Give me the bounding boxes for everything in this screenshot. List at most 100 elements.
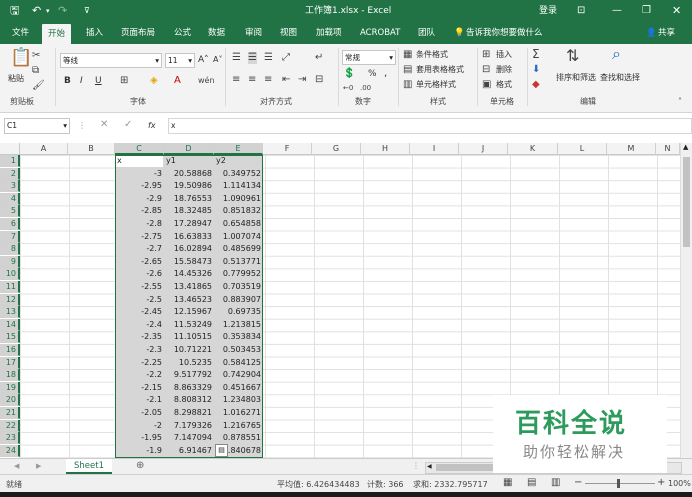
table-cell[interactable]: 17.28947 [164, 218, 214, 230]
table-cell[interactable]: 7.179326 [164, 420, 214, 432]
delete-cells-icon[interactable]: ⊟ [482, 64, 490, 76]
cancel-icon[interactable]: ✕ [100, 119, 108, 131]
column-header-m[interactable]: M [607, 143, 656, 155]
table-cell[interactable]: 10.71221 [164, 344, 214, 356]
row-header-17[interactable]: 17 [0, 356, 20, 369]
table-cell[interactable]: 15.58473 [164, 256, 214, 268]
insert-function-button[interactable]: fx [148, 121, 156, 131]
row-header-1[interactable]: 1 [0, 155, 20, 167]
table-cell[interactable]: -2.15 [115, 382, 164, 394]
row-header-15[interactable]: 15 [0, 331, 20, 344]
decrease-decimal-icon[interactable]: .00 [360, 82, 371, 94]
column-header-d[interactable]: D [164, 143, 214, 155]
share-button[interactable]: 共享 [658, 22, 675, 44]
row-header-18[interactable]: 18 [0, 369, 20, 382]
table-cell[interactable]: 13.46523 [164, 294, 214, 306]
table-cell[interactable]: 1.016271 [214, 407, 263, 419]
table-cell[interactable]: -2.3 [115, 344, 164, 356]
normal-view-icon[interactable]: ▦ [503, 477, 512, 488]
font-color-icon[interactable]: A [174, 75, 181, 87]
italic-button[interactable]: I [80, 76, 83, 86]
tab-insert[interactable]: 插入 [86, 22, 103, 44]
find-icon[interactable]: ⌕ [612, 46, 621, 62]
table-format-button[interactable]: 套用表格格式 [416, 65, 464, 75]
table-cell[interactable]: 0.703519 [214, 281, 263, 293]
table-cell[interactable]: -2.65 [115, 256, 164, 268]
tab-data[interactable]: 数据 [208, 22, 225, 44]
tab-team[interactable]: 团队 [418, 22, 435, 44]
table-cell[interactable]: -2.55 [115, 281, 164, 293]
insert-cells-icon[interactable]: ⊞ [482, 49, 490, 61]
sheet-tab-sheet1[interactable]: Sheet1 [66, 459, 112, 474]
next-sheet-icon[interactable]: ▶ [36, 462, 41, 470]
increase-decimal-icon[interactable]: ←0 [343, 82, 353, 94]
fill-color-icon[interactable]: ◈ [150, 75, 158, 87]
header-cell-y1[interactable]: y1 [164, 155, 214, 167]
table-cell[interactable]: 1.213815 [214, 319, 263, 331]
table-cell[interactable]: -2.9 [115, 193, 164, 205]
cell-style-icon[interactable]: ▥ [403, 79, 412, 91]
table-cell[interactable]: -2.75 [115, 231, 164, 243]
comma-button[interactable]: , [384, 69, 387, 79]
close-icon[interactable]: ✕ [672, 0, 681, 22]
table-cell[interactable]: -2 [115, 420, 164, 432]
number-format-select[interactable]: 常规 ▾ [342, 50, 396, 65]
table-cell[interactable]: 0.654858 [214, 218, 263, 230]
row-header-20[interactable]: 20 [0, 394, 20, 407]
borders-icon[interactable]: ⊞ [120, 75, 128, 87]
table-cell[interactable]: 0.485699 [214, 243, 263, 255]
table-cell[interactable]: -2.45 [115, 306, 164, 318]
table-cell[interactable]: -1.9 [115, 445, 164, 457]
table-cell[interactable]: -2.2 [115, 369, 164, 381]
save-icon[interactable]: 🖫 [10, 0, 19, 22]
header-cell-y2[interactable]: y2 [214, 155, 263, 167]
table-cell[interactable]: -2.8 [115, 218, 164, 230]
row-header-10[interactable]: 10 [0, 268, 20, 281]
row-header-14[interactable]: 14 [0, 318, 20, 331]
zoom-level[interactable]: 100% [668, 479, 691, 488]
table-cell[interactable]: 8.808312 [164, 394, 214, 406]
select-all-corner[interactable] [0, 143, 20, 155]
column-header-k[interactable]: K [508, 143, 558, 155]
login-link[interactable]: 登录 [539, 0, 557, 22]
format-cells-icon[interactable]: ▣ [482, 79, 491, 91]
header-cell-x[interactable]: x [115, 155, 164, 167]
row-header-12[interactable]: 12 [0, 293, 20, 306]
tab-file[interactable]: 文件 [12, 22, 29, 44]
table-cell[interactable]: -3 [115, 168, 164, 180]
column-header-l[interactable]: L [558, 143, 607, 155]
row-header-11[interactable]: 11 [0, 281, 20, 293]
column-header-a[interactable]: A [20, 143, 68, 155]
indent-decrease-icon[interactable]: ⇤ [282, 74, 290, 86]
align-middle-icon[interactable]: ☰ [248, 52, 257, 64]
merge-center-icon[interactable]: ⊟ [315, 74, 323, 86]
table-cell[interactable]: 9.517792 [164, 369, 214, 381]
tab-review[interactable]: 审阅 [245, 22, 262, 44]
find-select-button[interactable]: 查找和选择 [600, 73, 640, 83]
vertical-scroll-thumb[interactable] [683, 157, 690, 247]
table-cell[interactable]: -2.1 [115, 394, 164, 406]
table-cell[interactable]: 13.41865 [164, 281, 214, 293]
table-cell[interactable]: -1.95 [115, 432, 164, 444]
cell-style-button[interactable]: 单元格样式 [416, 80, 456, 90]
table-cell[interactable]: 0.878551 [214, 432, 263, 444]
column-header-g[interactable]: G [312, 143, 361, 155]
sort-filter-icon[interactable]: ⇅ [566, 48, 579, 64]
formula-input[interactable]: x [168, 118, 692, 134]
table-cell[interactable]: 0.851832 [214, 205, 263, 217]
table-cell[interactable]: 1.007074 [214, 231, 263, 243]
table-cell[interactable]: 19.50986 [164, 180, 214, 192]
undo-icon[interactable]: ↶ [32, 0, 41, 22]
table-cell[interactable]: 0.513771 [214, 256, 263, 268]
table-cell[interactable]: 1.114134 [214, 180, 263, 192]
table-cell[interactable]: 16.02894 [164, 243, 214, 255]
wrap-text-icon[interactable]: ↵ [315, 52, 323, 64]
format-cells-button[interactable]: 格式 [496, 80, 512, 90]
table-cell[interactable]: -2.85 [115, 205, 164, 217]
format-painter-icon[interactable]: 🖌 [32, 80, 45, 92]
table-cell[interactable]: 0.353834 [214, 331, 263, 343]
table-cell[interactable]: -2.5 [115, 294, 164, 306]
align-top-icon[interactable]: ☰ [232, 52, 241, 64]
column-header-j[interactable]: J [459, 143, 508, 155]
zoom-slider-thumb[interactable] [617, 479, 620, 488]
